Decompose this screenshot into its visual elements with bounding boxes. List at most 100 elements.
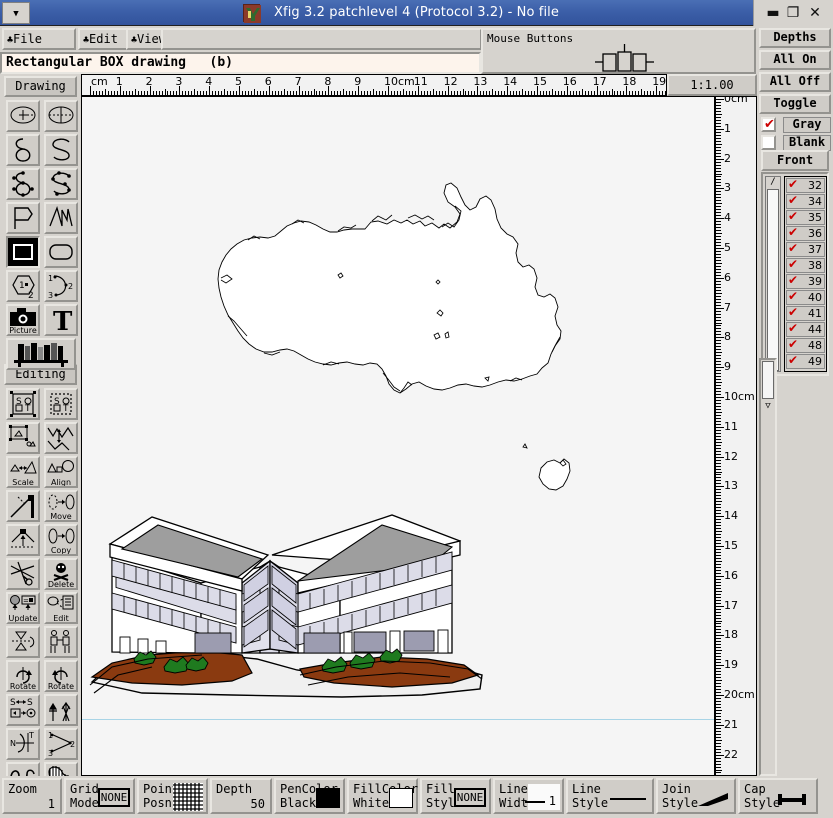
measure-angle-tool[interactable]: 132	[44, 728, 78, 760]
front-button[interactable]: Front	[761, 150, 829, 171]
edit-text-tool[interactable]: NT	[6, 728, 40, 760]
polyline-tool[interactable]	[44, 202, 78, 234]
rounded-box-tool[interactable]	[44, 236, 78, 268]
delete-point-tool[interactable]	[6, 558, 40, 590]
cap-style-panel[interactable]: Cap Style	[738, 778, 818, 814]
grid-mode-panel[interactable]: Grid Mode NONE	[64, 778, 135, 814]
pen-color-panel[interactable]: PenColor Black	[274, 778, 345, 814]
pencolor-swatch[interactable]	[316, 788, 340, 808]
depth-item[interactable]: ✔35	[786, 210, 825, 225]
depth-item-checkbox[interactable]: ✔	[788, 193, 798, 207]
open-spline-tool[interactable]	[44, 134, 78, 166]
closed-interpolated-spline-tool[interactable]	[6, 168, 40, 200]
depth-item[interactable]: ✔32	[786, 178, 825, 193]
copy-point-tool[interactable]	[6, 524, 40, 556]
ruler-tick	[716, 162, 721, 163]
box-tool[interactable]	[6, 236, 40, 268]
depth-item[interactable]: ✔49	[786, 354, 825, 369]
scroll-up-arrow[interactable]: /	[767, 177, 779, 189]
canvas-vertical-scrollbar[interactable]: ▽	[759, 358, 777, 776]
depth-item-checkbox[interactable]: ✔	[788, 289, 798, 303]
flip-horizontal-tool[interactable]	[44, 626, 78, 658]
canvas-scroll-thumb[interactable]	[762, 361, 774, 399]
fill-color-panel[interactable]: FillColor White	[347, 778, 418, 814]
arc-tool[interactable]: 123	[44, 270, 78, 302]
scale-tool[interactable]: Scale	[6, 456, 40, 488]
depth-item[interactable]: ✔38	[786, 258, 825, 273]
ruler-tick	[716, 412, 722, 413]
picture-tool[interactable]: Picture	[6, 304, 40, 336]
join-style-panel[interactable]: Join Style	[656, 778, 736, 814]
library-tool[interactable]	[6, 338, 76, 370]
depth-item-checkbox[interactable]: ✔	[788, 241, 798, 255]
circle-by-radius-tool[interactable]	[6, 100, 40, 132]
depth-item[interactable]: ✔40	[786, 290, 825, 305]
depth-panel-status[interactable]: Depth 50	[210, 778, 272, 814]
depth-item-checkbox[interactable]: ✔	[788, 353, 798, 367]
blank-checkbox[interactable]	[761, 135, 776, 150]
gray-option-row[interactable]: ✔ Gray	[761, 117, 831, 134]
depth-item[interactable]: ✔36	[786, 226, 825, 241]
fillcolor-swatch[interactable]	[389, 788, 413, 808]
fill-style-panel[interactable]: Fill Style NONE	[420, 778, 491, 814]
depth-list[interactable]: / ✔32✔34✔35✔36✔37✔38✔39✔40✔41✔44✔48✔49	[761, 172, 829, 376]
drawing-canvas[interactable]	[81, 96, 715, 776]
depths-title-button[interactable]: Depths	[759, 28, 831, 48]
break-compound-tool[interactable]: ST	[44, 388, 78, 420]
polygon-tool[interactable]	[6, 202, 40, 234]
line-width-panel[interactable]: Line Width 1	[493, 778, 564, 814]
open-compound-tool[interactable]	[6, 422, 40, 454]
regular-polygon-tool[interactable]: 12	[6, 270, 40, 302]
rotate-clockwise-tool[interactable]: Rotate	[6, 660, 40, 692]
menu-file[interactable]: ♣File	[2, 28, 76, 50]
depth-item[interactable]: ✔37	[786, 242, 825, 257]
edit-object-tool[interactable]: Edit	[44, 592, 78, 624]
maximize-icon[interactable]: ❐	[784, 4, 802, 22]
ruler-tick	[716, 707, 721, 708]
all-off-button[interactable]: All Off	[759, 72, 831, 92]
point-position-panel[interactable]: Point Posn	[137, 778, 208, 814]
depth-item-checkbox[interactable]: ✔	[788, 337, 798, 351]
update-tool[interactable]: = Update	[6, 592, 40, 624]
depth-item-checkbox[interactable]: ✔	[788, 273, 798, 287]
depth-item[interactable]: ✔41	[786, 306, 825, 321]
depth-item[interactable]: ✔48	[786, 338, 825, 353]
toggle-button[interactable]: Toggle	[759, 94, 831, 114]
convert-line-spline-tool[interactable]: SS	[6, 694, 40, 726]
minimize-icon[interactable]: ▬	[764, 4, 782, 22]
text-tool[interactable]: T	[44, 304, 78, 336]
depth-item-checkbox[interactable]: ✔	[788, 321, 798, 335]
circle-by-diameter-tool[interactable]	[44, 100, 78, 132]
open-interpolated-spline-tool[interactable]	[44, 168, 78, 200]
zoom-panel[interactable]: Zoom 1	[2, 778, 62, 814]
ruler-tick	[543, 91, 544, 95]
canvas-scroll-down-arrow[interactable]: ▽	[762, 400, 774, 414]
add-remove-arrowhead-tool[interactable]	[44, 694, 78, 726]
move-object-tool[interactable]: Move	[44, 490, 78, 522]
ruler-tick	[319, 91, 320, 95]
depth-item-checkbox[interactable]: ✔	[788, 305, 798, 319]
scroll-thumb[interactable]	[767, 189, 779, 371]
closed-spline-tool[interactable]	[6, 134, 40, 166]
delete-object-tool[interactable]: Delete	[44, 558, 78, 590]
depth-item-checkbox[interactable]: ✔	[788, 225, 798, 239]
close-icon[interactable]: ✕	[806, 4, 824, 22]
rotate-counterclockwise-tool[interactable]: Rotate	[44, 660, 78, 692]
ruler-tick	[716, 308, 724, 309]
depth-item-checkbox[interactable]: ✔	[788, 257, 798, 271]
depth-item[interactable]: ✔39	[786, 274, 825, 289]
flip-vertical-tool[interactable]	[6, 626, 40, 658]
depth-item-checkbox[interactable]: ✔	[788, 177, 798, 191]
all-on-button[interactable]: All On	[759, 50, 831, 70]
depth-item[interactable]: ✔44	[786, 322, 825, 337]
move-point-tool[interactable]	[6, 490, 40, 522]
depth-item-checkbox[interactable]: ✔	[788, 209, 798, 223]
depth-item[interactable]: ✔34	[786, 194, 825, 209]
line-style-panel[interactable]: Line Style	[566, 778, 654, 814]
gray-checkbox[interactable]: ✔	[761, 117, 776, 132]
align-tool[interactable]: Align	[44, 456, 78, 488]
glue-objects-tool[interactable]: ST	[6, 388, 40, 420]
copy-object-tool[interactable]: Copy	[44, 524, 78, 556]
depth-list-scrollbar[interactable]: /	[765, 176, 781, 372]
change-points-tool[interactable]	[44, 422, 78, 454]
